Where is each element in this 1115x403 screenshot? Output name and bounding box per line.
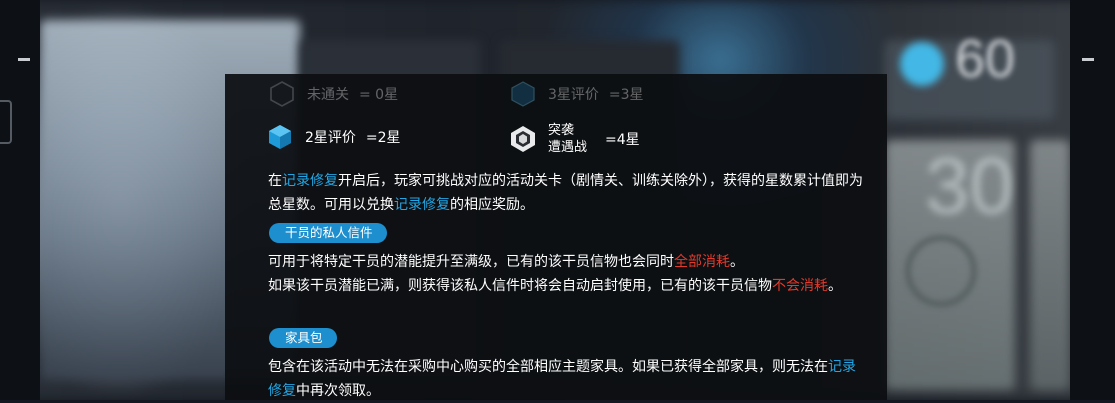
rating-value: = 0星: [359, 87, 399, 103]
menu-dash-icon[interactable]: [1082, 58, 1094, 61]
hexagon-outline-icon: [269, 81, 295, 107]
intro-text: 在: [268, 173, 282, 189]
rating-2-star: 2星评价 =2星: [267, 124, 401, 150]
stage-number-top: 60: [955, 29, 1016, 89]
section-tag-furniture: 家具包: [269, 328, 337, 348]
letter-text: 如果该干员潜能已满，则获得该私人信件时将会自动启封使用，已有的该干员信物: [268, 278, 772, 294]
intro-text: 开启后，玩家可挑战对应的活动关卡（剧情关、训练关除外），获得的星数累计值即为总星…: [268, 173, 863, 213]
blue-glow-icon: [900, 42, 944, 86]
furniture-paragraph: 包含在该活动中无法在采购中心购买的全部相应主题家具。如果已获得全部家具，则无法在…: [268, 355, 868, 403]
record-restore-link[interactable]: 记录修复: [282, 173, 338, 189]
reward-ring-icon: [905, 235, 977, 307]
rules-dialog: 未通关 = 0星 3星评价 =3星 2星评价 =2星 突袭 遭遇战 =4星 在记…: [225, 74, 887, 400]
rating-label: 3星评价: [548, 87, 599, 103]
letter-text: 。: [730, 254, 744, 270]
rating-uncleared: 未通关 = 0星: [269, 81, 398, 107]
rating-value: =2星: [365, 130, 401, 146]
rating-3-star: 3星评价 =3星: [510, 81, 644, 107]
furniture-text: 中再次领取。: [296, 383, 380, 399]
stage-number-mid: 30: [925, 141, 1014, 230]
warning-text: 全部消耗: [674, 254, 730, 270]
side-tab-handle[interactable]: [0, 100, 12, 144]
rating-value: =3星: [608, 87, 644, 103]
cube-blue-icon: [267, 124, 293, 150]
rating-label-line1: 突袭: [548, 123, 575, 138]
rating-label: 2星评价: [305, 130, 356, 146]
intro-paragraph: 在记录修复开启后，玩家可挑战对应的活动关卡（剧情关、训练关除外），获得的星数累计…: [268, 169, 868, 217]
letter-text: 。: [828, 278, 842, 294]
rating-value: =4星: [605, 132, 640, 148]
left-edge-bar: [0, 0, 40, 400]
hexagon-dark-blue-icon: [510, 81, 536, 107]
section-tag-letter: 干员的私人信件: [269, 223, 387, 243]
furniture-text: 包含在该活动中无法在采购中心购买的全部相应主题家具。如果已获得全部家具，则无法在: [268, 359, 828, 375]
warning-text: 不会消耗: [772, 278, 828, 294]
rating-raid: 突袭 遭遇战 =4星: [510, 122, 640, 156]
record-restore-link[interactable]: 记录修复: [394, 197, 450, 213]
rating-label-line2: 遭遇战: [548, 140, 588, 155]
letter-paragraph: 可用于将特定干员的潜能提升至满级，已有的该干员信物也会同时全部消耗。 如果该干员潜…: [268, 250, 868, 298]
menu-dash-icon[interactable]: [18, 58, 30, 61]
hexagon-white-ring-icon: [510, 126, 536, 152]
intro-text: 的相应奖励。: [450, 197, 534, 213]
reward-card: [1030, 140, 1070, 390]
right-edge-bar: [1070, 0, 1115, 400]
rating-label: 未通关: [307, 87, 349, 103]
rating-label: 突袭 遭遇战: [548, 122, 587, 156]
letter-text: 可用于将特定干员的潜能提升至满级，已有的该干员信物也会同时: [268, 254, 674, 270]
